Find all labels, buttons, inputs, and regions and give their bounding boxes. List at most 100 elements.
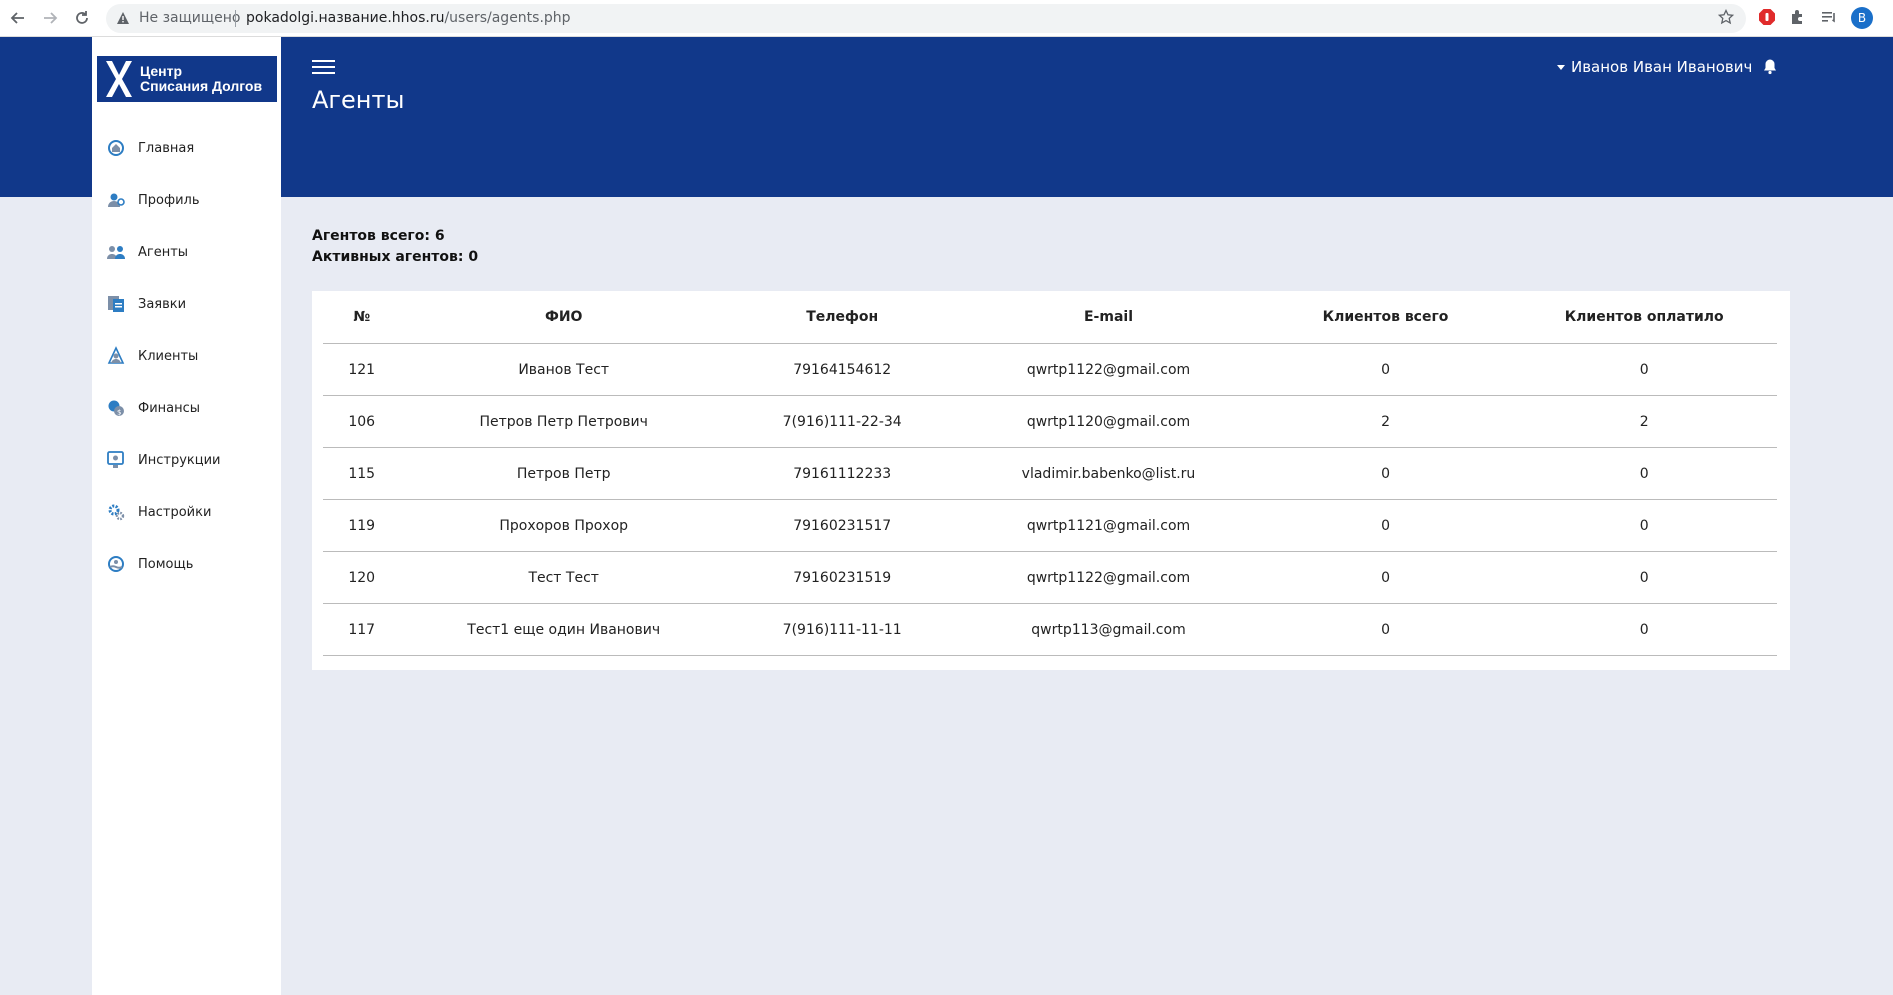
sidebar-item-label: Помощь: [138, 556, 194, 572]
cell-clients-paid: 0: [1511, 343, 1777, 396]
requests-icon: [108, 296, 124, 312]
agents-active: Активных агентов: 0: [312, 249, 479, 265]
logo-x-icon: [106, 61, 132, 97]
cell-name: Прохоров Прохор: [400, 499, 728, 552]
reload-icon: [76, 11, 88, 24]
caret-down-icon: [1557, 64, 1565, 70]
clients-icon: [107, 346, 125, 364]
instructions-icon: [107, 451, 124, 468]
agents-total: Агентов всего: 6: [312, 228, 445, 244]
cell-phone: 79161112233: [727, 447, 958, 500]
column-header-name: ФИО: [400, 291, 728, 344]
cell-number: 106: [323, 395, 401, 448]
table-row[interactable]: 119 Прохоров Прохор 79160231517 qwrtp112…: [323, 499, 1777, 552]
cell-number: 115: [323, 447, 401, 500]
sidebar-item-label: Заявки: [138, 296, 187, 312]
sidebar-item-finance[interactable]: $ Финансы: [92, 382, 281, 434]
extensions-puzzle-icon[interactable]: [1789, 8, 1807, 30]
sidebar-item-agents[interactable]: Агенты: [92, 226, 281, 278]
agents-table-card: № ФИО Телефон E-mail Клиентов всего Клие…: [312, 291, 1790, 670]
table-row[interactable]: 121 Иванов Тест 79164154612 qwrtp1122@gm…: [323, 343, 1777, 396]
agents-icon: [107, 246, 125, 259]
cell-email: qwrtp1120@gmail.com: [957, 395, 1260, 448]
cell-number: 119: [323, 499, 401, 552]
hamburger-menu-icon[interactable]: [312, 60, 335, 75]
sidebar-item-home[interactable]: Главная: [92, 122, 281, 174]
svg-text:$: $: [117, 409, 121, 417]
cell-name: Тест Тест: [400, 551, 728, 604]
arrow-right-icon: [44, 12, 58, 24]
profile-icon: [108, 193, 125, 207]
address-bar[interactable]: Не защищено pokadolgi.название.hhos.ru/u…: [106, 4, 1746, 33]
cell-clients-paid: 0: [1511, 499, 1777, 552]
sidebar-item-label: Агенты: [138, 244, 189, 260]
cell-email: qwrtp1121@gmail.com: [957, 499, 1260, 552]
cell-phone: 79160231519: [727, 551, 958, 604]
bookmark-star-icon[interactable]: [1717, 8, 1735, 29]
forward-button[interactable]: [40, 8, 60, 28]
sidebar-item-settings[interactable]: Настройки: [92, 486, 281, 538]
sidebar-item-label: Настройки: [138, 504, 212, 520]
cell-phone: 79160231517: [727, 499, 958, 552]
adblock-extension-icon[interactable]: [1758, 8, 1776, 30]
bell-icon[interactable]: [1762, 58, 1778, 79]
cell-clients-paid: 0: [1511, 603, 1777, 656]
url-text: pokadolgi.название.hhos.ru/users/agents.…: [246, 10, 571, 26]
table-row[interactable]: 120 Тест Тест 79160231519 qwrtp1122@gmai…: [323, 551, 1777, 604]
sidebar: Центр Списания Долгов Главная Профиль Аг…: [92, 37, 281, 995]
user-menu[interactable]: Иванов Иван Иванович: [1557, 58, 1752, 76]
browser-toolbar: Не защищено pokadolgi.название.hhos.ru/u…: [0, 0, 1893, 37]
logo[interactable]: Центр Списания Долгов: [97, 56, 277, 102]
table-row[interactable]: 117 Тест1 еще один Иванович 7(916)111-11…: [323, 603, 1777, 656]
cell-number: 121: [323, 343, 401, 396]
cell-clients-total: 2: [1259, 395, 1512, 448]
sidebar-item-label: Главная: [138, 140, 195, 156]
sidebar-item-label: Клиенты: [138, 348, 199, 364]
agents-table: № ФИО Телефон E-mail Клиентов всего Клие…: [323, 291, 1777, 656]
reading-list-icon[interactable]: [1820, 8, 1838, 30]
cell-name: Иванов Тест: [400, 343, 728, 396]
arrow-left-icon: [10, 12, 24, 24]
column-header-clients-total: Клиентов всего: [1259, 291, 1512, 344]
cell-clients-paid: 0: [1511, 447, 1777, 500]
cell-phone: 7(916)111-22-34: [727, 395, 958, 448]
cell-number: 117: [323, 603, 401, 656]
url-host: pokadolgi.название.hhos.ru: [246, 10, 445, 26]
back-button[interactable]: [8, 8, 28, 28]
cell-clients-total: 0: [1259, 447, 1512, 500]
sidebar-menu: Главная Профиль Агенты Заявки Клиенты $ …: [92, 122, 281, 590]
agent-stats: Агентов всего: 6 Активных агентов: 0: [312, 226, 478, 268]
sidebar-item-help[interactable]: Помощь: [92, 538, 281, 590]
help-icon: [108, 556, 124, 572]
column-header-number: №: [323, 291, 401, 344]
cell-clients-total: 0: [1259, 343, 1512, 396]
cell-email: qwrtp1122@gmail.com: [957, 551, 1260, 604]
table-row[interactable]: 106 Петров Петр Петрович 7(916)111-22-34…: [323, 395, 1777, 448]
sidebar-item-clients[interactable]: Клиенты: [92, 330, 281, 382]
sidebar-item-label: Финансы: [138, 400, 201, 416]
logo-line-2: Списания Долгов: [140, 78, 263, 94]
sidebar-item-profile[interactable]: Профиль: [92, 174, 281, 226]
cell-clients-paid: 0: [1511, 551, 1777, 604]
cell-name: Петров Петр: [400, 447, 728, 500]
column-header-clients-paid: Клиентов оплатило: [1511, 291, 1777, 344]
cell-phone: 7(916)111-11-11: [727, 603, 958, 656]
column-header-email: E-mail: [957, 291, 1260, 344]
cell-name: Тест1 еще один Иванович: [400, 603, 728, 656]
url-path: /users/agents.php: [444, 10, 571, 26]
cell-email: qwrtp1122@gmail.com: [957, 343, 1260, 396]
omnibox-divider: [235, 10, 236, 27]
profile-avatar[interactable]: B: [1851, 7, 1873, 29]
insecure-label: Не защищено: [139, 10, 241, 26]
cell-name: Петров Петр Петрович: [400, 395, 728, 448]
warning-icon: [116, 10, 130, 29]
cell-email: qwrtp113@gmail.com: [957, 603, 1260, 656]
sidebar-item-requests[interactable]: Заявки: [92, 278, 281, 330]
cell-clients-total: 0: [1259, 551, 1512, 604]
finance-icon: $: [108, 400, 124, 417]
sidebar-item-label: Инструкции: [138, 452, 221, 468]
cell-clients-paid: 2: [1511, 395, 1777, 448]
reload-button[interactable]: [72, 8, 92, 28]
table-row[interactable]: 115 Петров Петр 79161112233 vladimir.bab…: [323, 447, 1777, 500]
sidebar-item-instructions[interactable]: Инструкции: [92, 434, 281, 486]
